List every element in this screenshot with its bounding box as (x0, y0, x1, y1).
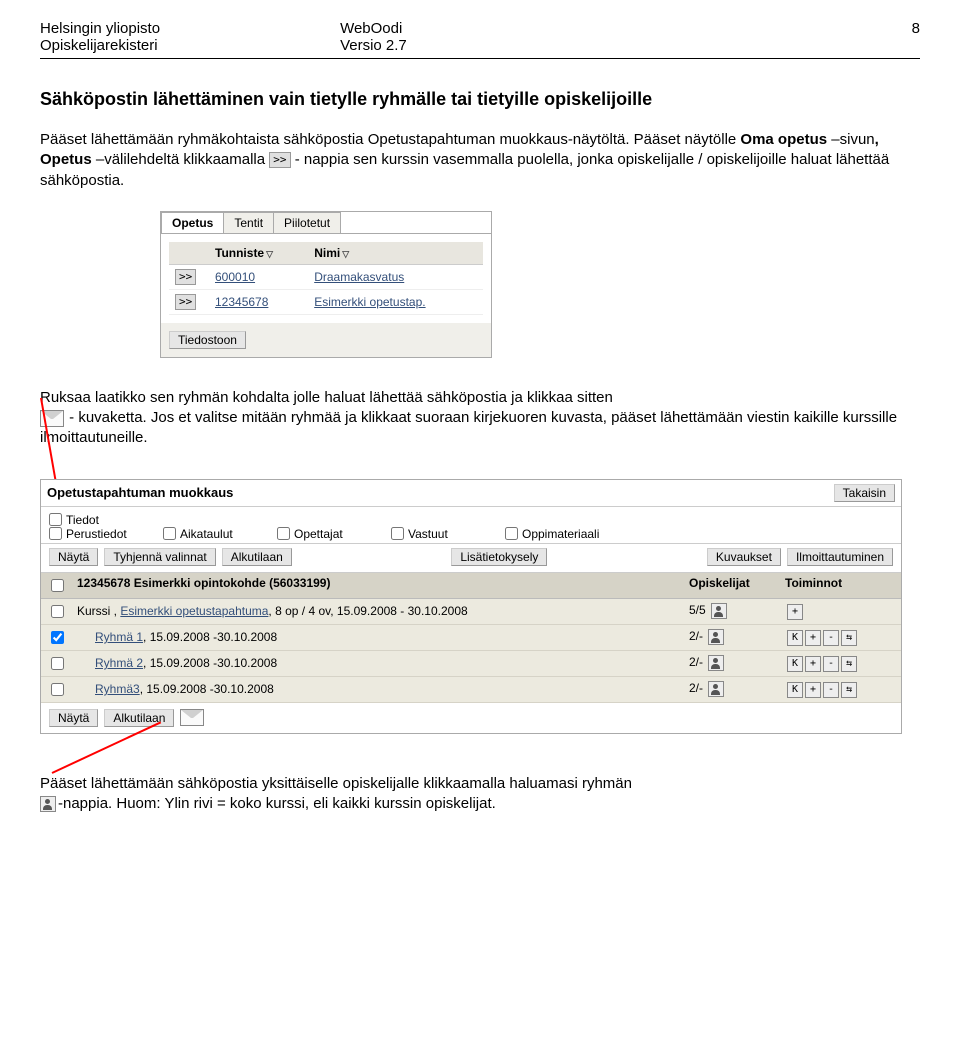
p1-text-e: –välilehdeltä klikkaamalla (92, 151, 270, 168)
expand-row-button[interactable]: >> (175, 294, 196, 310)
paragraph-1: Pääset lähettämään ryhmäkohtaista sähköp… (40, 130, 920, 191)
action-move[interactable]: ⇆ (841, 656, 857, 672)
group-link[interactable]: Ryhmä 1 (95, 630, 143, 644)
student-list-icon[interactable] (711, 603, 727, 619)
tyhjenna-button[interactable]: Tyhjennä valinnat (104, 548, 215, 566)
ilmoittautuminen-button[interactable]: Ilmoittautuminen (787, 548, 893, 566)
header-institution: Helsingin yliopisto (40, 20, 160, 37)
tiedostoon-button[interactable]: Tiedostoon (169, 331, 246, 349)
p1-bold-oma-opetus: Oma opetus (740, 131, 827, 148)
back-button[interactable]: Takaisin (834, 484, 895, 502)
student-list-icon[interactable] (708, 681, 724, 697)
col-nimi: Nimi▽ (308, 242, 483, 265)
student-list-icon[interactable] (708, 655, 724, 671)
header-app: WebOodi (340, 20, 912, 37)
screenshot-edit-panel: Opetustapahtuman muokkaus Takaisin Tiedo… (40, 479, 902, 734)
action-K[interactable]: K (787, 630, 803, 646)
p1-text-a: Pääset lähettämään ryhmäkohtaista sähköp… (40, 131, 740, 148)
chk-vastuut[interactable]: Vastuut (391, 527, 491, 541)
sort-icon[interactable]: ▽ (342, 249, 349, 259)
screenshot-tabs-table: Opetus Tentit Piilotetut Tunniste▽ Nimi▽… (160, 211, 920, 358)
student-count: 2/- (689, 681, 703, 695)
col-opiskelijat: Opiskelijat (689, 576, 779, 595)
doc-header: Helsingin yliopisto Opiskelijarekisteri … (40, 20, 920, 54)
course-code-link[interactable]: 600010 (209, 264, 308, 289)
p3-text-b: -nappia. Huom: Ylin rivi = koko kurssi, … (58, 795, 496, 812)
row-checkbox[interactable] (51, 631, 64, 644)
course-name-link[interactable]: Draamakasvatus (308, 264, 483, 289)
action-plus[interactable]: + (787, 604, 803, 620)
action-plus[interactable]: + (805, 630, 821, 646)
action-K[interactable]: K (787, 682, 803, 698)
table-row: >> 600010 Draamakasvatus (169, 264, 483, 289)
student-count: 2/- (689, 629, 703, 643)
chk-tiedot[interactable]: Tiedot (49, 513, 149, 527)
header-version: Versio 2.7 (340, 37, 912, 54)
panel-title: Opetustapahtuman muokkaus (47, 485, 233, 500)
expand-row-button[interactable]: >> (175, 269, 196, 285)
nayta-button-bottom[interactable]: Näytä (49, 709, 98, 727)
action-plus[interactable]: + (805, 656, 821, 672)
row-ryhma-3: Ryhmä3, 15.09.2008 -30.10.2008 2/- K+-⇆ (41, 677, 901, 703)
col-main: 12345678 Esimerkki opintokohde (56033199… (77, 576, 683, 595)
page-number: 8 (912, 20, 920, 37)
p2-text-b: - kuvaketta. Jos et valitse mitään ryhmä… (40, 409, 897, 446)
tab-piilotetut[interactable]: Piilotetut (273, 212, 341, 233)
kuvaukset-button[interactable]: Kuvaukset (707, 548, 781, 566)
student-count: 5/5 (689, 603, 706, 617)
select-all-checkbox[interactable] (51, 579, 64, 592)
p2-text-a: Ruksaa laatikko sen ryhmän kohdalta joll… (40, 389, 613, 406)
chk-aikataulut[interactable]: Aikataulut (163, 527, 263, 541)
action-minus[interactable]: - (823, 682, 839, 698)
course-link[interactable]: Esimerkki opetustapahtuma (120, 604, 268, 618)
col-tunniste: Tunniste▽ (209, 242, 308, 265)
row-ryhma-2: Ryhmä 2, 15.09.2008 -30.10.2008 2/- K+-⇆ (41, 651, 901, 677)
paragraph-2: Ruksaa laatikko sen ryhmän kohdalta joll… (40, 388, 920, 449)
group-link[interactable]: Ryhmä 2 (95, 656, 143, 670)
header-rule (40, 58, 920, 59)
tab-tentit[interactable]: Tentit (223, 212, 274, 233)
student-count: 2/- (689, 655, 703, 669)
group-link[interactable]: Ryhmä3 (95, 682, 140, 696)
action-move[interactable]: ⇆ (841, 682, 857, 698)
alkutilaan-button[interactable]: Alkutilaan (222, 548, 292, 566)
p1-text-c: –sivun (827, 131, 875, 148)
action-minus[interactable]: - (823, 656, 839, 672)
expand-button-icon: >> (269, 152, 290, 168)
nayta-button[interactable]: Näytä (49, 548, 98, 566)
header-unit: Opiskelijarekisteri (40, 37, 160, 54)
action-minus[interactable]: - (823, 630, 839, 646)
table-row: >> 12345678 Esimerkki opetustap. (169, 289, 483, 314)
course-code-link[interactable]: 12345678 (209, 289, 308, 314)
p3-text-a: Pääset lähettämään sähköpostia yksittäis… (40, 775, 632, 792)
row-kurssi: Kurssi , Esimerkki opetustapahtuma, 8 op… (41, 599, 901, 625)
row-checkbox[interactable] (51, 657, 64, 670)
row-checkbox[interactable] (51, 605, 64, 618)
chk-oppimateriaali[interactable]: Oppimateriaali (505, 527, 605, 541)
row-checkbox[interactable] (51, 683, 64, 696)
col-toiminnot: Toiminnot (785, 576, 895, 595)
row-ryhma-1: Ryhmä 1, 15.09.2008 -30.10.2008 2/- K+-⇆ (41, 625, 901, 651)
section-title: Sähköpostin lähettäminen vain tietylle r… (40, 89, 920, 110)
alkutilaan-button-bottom[interactable]: Alkutilaan (104, 709, 174, 727)
student-list-icon[interactable] (708, 629, 724, 645)
action-move[interactable]: ⇆ (841, 630, 857, 646)
course-name-link[interactable]: Esimerkki opetustap. (308, 289, 483, 314)
send-email-icon[interactable] (180, 709, 204, 726)
tab-opetus[interactable]: Opetus (161, 212, 224, 233)
person-icon (40, 796, 56, 812)
sort-icon[interactable]: ▽ (266, 249, 273, 259)
chk-opettajat[interactable]: Opettajat (277, 527, 377, 541)
lisatietokysely-button[interactable]: Lisätietokysely (451, 548, 547, 566)
paragraph-3: Pääset lähettämään sähköpostia yksittäis… (40, 774, 920, 815)
action-plus[interactable]: + (805, 682, 821, 698)
action-K[interactable]: K (787, 656, 803, 672)
chk-perustiedot[interactable]: Perustiedot (49, 527, 149, 541)
